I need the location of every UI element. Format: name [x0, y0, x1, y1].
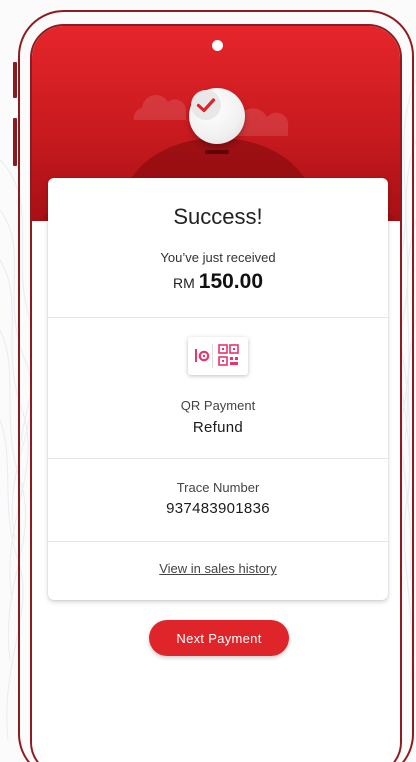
receipt-card: Success! You’ve just received RM 150.00 [48, 178, 388, 600]
divider [48, 541, 388, 542]
phone-side-button [13, 62, 17, 98]
status-subtitle: You’ve just received [160, 250, 276, 265]
payment-type: Refund [192, 419, 244, 436]
qr-payment-tile [188, 337, 248, 375]
status-title: Success! [173, 204, 263, 229]
next-payment-button[interactable]: Next Payment [149, 620, 289, 656]
amount-currency: RM [172, 275, 195, 291]
check-icon [191, 90, 221, 120]
badge-shadow [205, 150, 229, 154]
amount-value: 150.00 [198, 270, 263, 293]
view-sales-history-link[interactable]: View in sales history [48, 561, 388, 576]
divider [48, 458, 388, 459]
trace-number-label: Trace Number [176, 480, 260, 495]
payment-method-label: QR Payment [180, 398, 256, 413]
camera-dot [212, 40, 223, 51]
device-mockup: Success! You’ve just received RM 150.00 [0, 0, 416, 762]
amount-row: RM 150.00 [48, 270, 388, 294]
phone-side-button [13, 118, 17, 166]
qr-payment-icon [195, 344, 239, 368]
trace-number-value: 937483901836 [166, 500, 270, 517]
phone-screen: Success! You’ve just received RM 150.00 [30, 24, 402, 762]
success-badge [189, 88, 245, 144]
divider [48, 317, 388, 318]
